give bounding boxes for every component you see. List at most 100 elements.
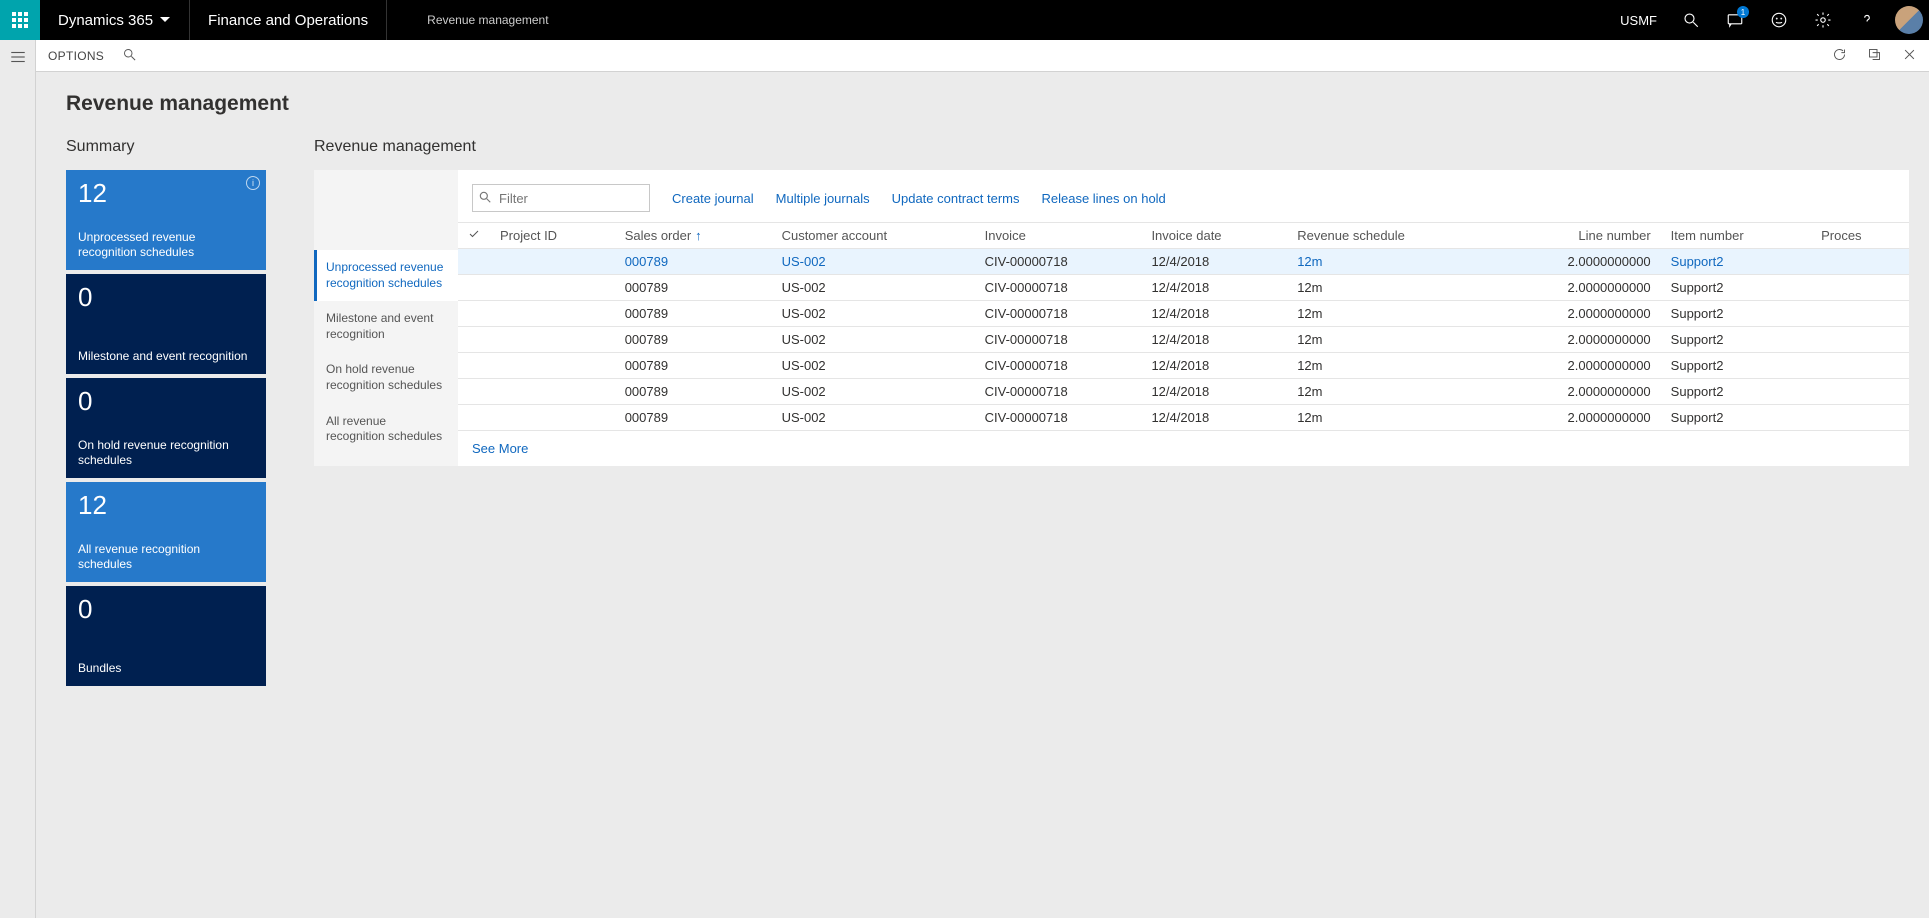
hamburger-icon — [9, 48, 27, 66]
column-header[interactable]: Proces — [1811, 223, 1909, 249]
cell: 2.0000000000 — [1494, 275, 1661, 301]
row-selector[interactable] — [458, 379, 490, 405]
cell: 12/4/2018 — [1141, 379, 1287, 405]
column-header[interactable]: Sales order↑ — [615, 223, 772, 249]
cell: CIV-00000718 — [975, 249, 1142, 275]
summary-tile[interactable]: 12All revenue recognition schedules — [66, 482, 266, 582]
tile-count: 0 — [78, 388, 254, 414]
summary-tile[interactable]: 0Milestone and event recognition — [66, 274, 266, 374]
summary-heading: Summary — [66, 138, 266, 156]
column-header[interactable]: Project ID — [490, 223, 615, 249]
sort-asc-icon: ↑ — [695, 228, 702, 243]
data-grid: Project IDSales order↑Customer accountIn… — [458, 222, 1909, 431]
popout-button[interactable] — [1867, 47, 1882, 65]
column-header[interactable]: Revenue schedule — [1287, 223, 1494, 249]
cell: US-002 — [772, 275, 975, 301]
refresh-button[interactable] — [1832, 47, 1847, 65]
table-row[interactable]: 000789US-002CIV-0000071812/4/201812m2.00… — [458, 405, 1909, 431]
summary-section: Summary i12Unprocessed revenue recogniti… — [66, 138, 266, 686]
toolbar-command[interactable]: Multiple journals — [776, 191, 870, 206]
column-header[interactable]: Invoice — [975, 223, 1142, 249]
product-switcher[interactable]: Dynamics 365 — [40, 0, 190, 40]
cell: 12m — [1287, 379, 1494, 405]
row-selector[interactable] — [458, 301, 490, 327]
cell: 12m — [1287, 249, 1494, 275]
row-selector[interactable] — [458, 353, 490, 379]
tile-label: On hold revenue recognition schedules — [78, 438, 254, 468]
cell — [490, 249, 615, 275]
cell: 12/4/2018 — [1141, 249, 1287, 275]
legal-entity[interactable]: USMF — [1608, 0, 1669, 40]
cell: 12/4/2018 — [1141, 301, 1287, 327]
toolbar-command[interactable]: Update contract terms — [892, 191, 1020, 206]
smile-icon — [1770, 11, 1788, 29]
help-button[interactable] — [1845, 0, 1889, 40]
user-avatar[interactable] — [1889, 0, 1929, 40]
module-name[interactable]: Finance and Operations — [190, 0, 387, 40]
row-selector[interactable] — [458, 275, 490, 301]
tile-label: Bundles — [78, 661, 254, 676]
cell: US-002 — [772, 379, 975, 405]
search-button[interactable] — [1669, 0, 1713, 40]
filter-input[interactable] — [472, 184, 650, 212]
tile-count: 12 — [78, 492, 254, 518]
list-section: Revenue management Unprocessed revenue r… — [314, 138, 1909, 466]
row-selector[interactable] — [458, 405, 490, 431]
cell: 000789 — [615, 327, 772, 353]
column-header[interactable]: Line number — [1494, 223, 1661, 249]
summary-tile[interactable]: 0Bundles — [66, 586, 266, 686]
toolbar-command[interactable]: Create journal — [672, 191, 754, 206]
see-more-link[interactable]: See More — [458, 431, 1909, 466]
tabbed-list-nav: Unprocessed revenue recognition schedule… — [314, 170, 458, 466]
summary-tile[interactable]: i12Unprocessed revenue recognition sched… — [66, 170, 266, 270]
row-selector[interactable] — [458, 249, 490, 275]
feedback-button[interactable] — [1757, 0, 1801, 40]
cell: Support2 — [1661, 275, 1811, 301]
messages-button[interactable]: 1 — [1713, 0, 1757, 40]
column-header[interactable]: Item number — [1661, 223, 1811, 249]
cell — [1811, 353, 1909, 379]
cell: 12m — [1287, 275, 1494, 301]
options-tab[interactable]: OPTIONS — [48, 49, 104, 63]
close-button[interactable] — [1902, 47, 1917, 65]
cell: CIV-00000718 — [975, 405, 1142, 431]
cell: Support2 — [1661, 379, 1811, 405]
table-row[interactable]: 000789US-002CIV-0000071812/4/201812m2.00… — [458, 275, 1909, 301]
app-launcher-button[interactable] — [0, 0, 40, 40]
cell: 000789 — [615, 249, 772, 275]
info-icon: i — [246, 176, 260, 190]
select-all-header[interactable] — [458, 223, 490, 249]
search-icon — [122, 47, 137, 62]
table-row[interactable]: 000789US-002CIV-0000071812/4/201812m2.00… — [458, 327, 1909, 353]
summary-tile[interactable]: 0 On hold revenue recognition schedules — [66, 378, 266, 478]
global-header: Dynamics 365 Finance and Operations Reve… — [0, 0, 1929, 40]
cell: 000789 — [615, 353, 772, 379]
cell: 000789 — [615, 275, 772, 301]
column-header[interactable]: Invoice date — [1141, 223, 1287, 249]
column-header[interactable]: Customer account — [772, 223, 975, 249]
tile-list: i12Unprocessed revenue recognition sched… — [66, 170, 266, 686]
refresh-icon — [1832, 47, 1847, 62]
cell: US-002 — [772, 405, 975, 431]
filter-box — [472, 184, 650, 212]
cell: 2.0000000000 — [1494, 353, 1661, 379]
tabbed-list-item[interactable]: Unprocessed revenue recognition schedule… — [314, 250, 458, 301]
cell: 12m — [1287, 301, 1494, 327]
row-selector[interactable] — [458, 327, 490, 353]
table-row[interactable]: 000789US-002CIV-0000071812/4/201812m2.00… — [458, 301, 1909, 327]
tabbed-list-item[interactable]: All revenue recognition schedules — [314, 404, 458, 455]
cell: 000789 — [615, 405, 772, 431]
list-toolbar: Create journal Multiple journals Update co… — [458, 170, 1909, 222]
tabbed-list-item[interactable]: On hold revenue recognition schedules — [314, 352, 458, 403]
settings-button[interactable] — [1801, 0, 1845, 40]
tile-count: 12 — [78, 180, 254, 206]
nav-toggle-button[interactable] — [9, 48, 27, 918]
action-search-button[interactable] — [122, 47, 137, 65]
table-row[interactable]: 000789US-002CIV-0000071812/4/201812m2.00… — [458, 353, 1909, 379]
table-row[interactable]: 000789US-002CIV-0000071812/4/201812m2.00… — [458, 379, 1909, 405]
table-row[interactable]: 000789US-002CIV-0000071812/4/201812m2.00… — [458, 249, 1909, 275]
cell: CIV-00000718 — [975, 327, 1142, 353]
toolbar-command[interactable]: Release lines on hold — [1041, 191, 1165, 206]
cell: US-002 — [772, 301, 975, 327]
tabbed-list-item[interactable]: Milestone and event recognition — [314, 301, 458, 352]
